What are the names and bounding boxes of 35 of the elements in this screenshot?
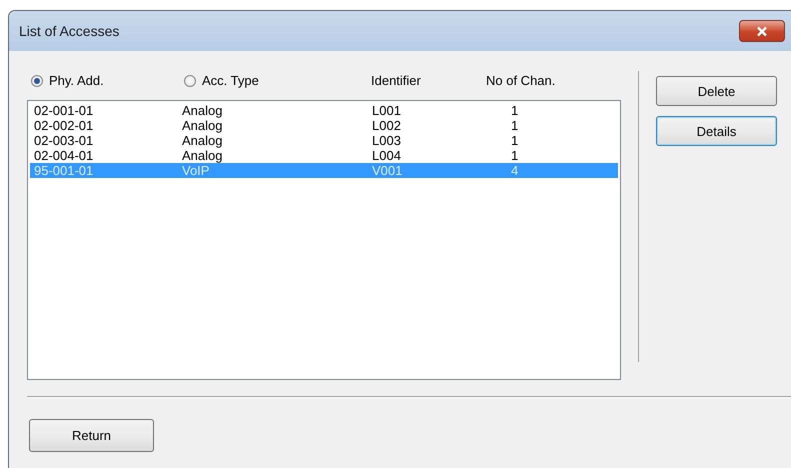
- sort-radio[interactable]: Acc. Type: [184, 73, 259, 88]
- list-row[interactable]: 02-004-01 Analog L004 1: [30, 148, 618, 163]
- list-cell-text: 4: [510, 163, 520, 178]
- list-row[interactable]: 02-003-01 Analog L003 1: [30, 133, 618, 148]
- window-title: List of Accesses: [19, 23, 120, 39]
- list-cell-text: 1: [510, 148, 520, 163]
- list-cell-text: 1: [510, 118, 520, 133]
- list-row[interactable]: 02-002-01 Analog L002 1: [30, 118, 618, 133]
- list-cell-text: Analog: [181, 118, 224, 133]
- list-cell-text: L003: [371, 133, 402, 148]
- column-header: Identifier: [371, 73, 421, 88]
- list-cell-text: Analog: [181, 133, 224, 148]
- list-cell-text: L002: [371, 118, 402, 133]
- list-cell-text: 02-003-01: [33, 133, 94, 148]
- list-row[interactable]: 02-001-01 Analog L001 1: [30, 103, 618, 118]
- close-icon: [756, 26, 768, 36]
- list-cell-text: V001: [371, 163, 404, 178]
- column-header: No of Chan.: [486, 73, 556, 88]
- access-list[interactable]: 02-001-01 Analog L001 1 02-002-01 Analog L002 1 02-003-01 Analog L003 1 02-004-01 Analog L004 1 95-001-01 VoIP V001 4: [27, 100, 621, 380]
- list-cell-text: L001: [371, 103, 402, 118]
- list-cell-text: 02-002-01: [33, 118, 94, 133]
- list-cell-text: 1: [510, 133, 520, 148]
- delete-button[interactable]: Delete: [656, 76, 777, 106]
- list-cell-text: Analog: [181, 103, 224, 118]
- details-button[interactable]: Details: [656, 116, 777, 146]
- list-cell-text: 1: [510, 103, 520, 118]
- return-button[interactable]: Return: [29, 419, 154, 452]
- list-cell-text: Analog: [181, 148, 224, 163]
- list-cell-text: VoIP: [181, 163, 210, 178]
- close-button[interactable]: [739, 20, 785, 42]
- list-cell-text: 02-004-01: [33, 148, 94, 163]
- list-cell-text: L004: [371, 148, 402, 163]
- sort-radio[interactable]: Phy. Add.: [31, 73, 104, 88]
- list-cell-text: 95-001-01: [33, 163, 94, 178]
- list-cell-text: 02-001-01: [33, 103, 94, 118]
